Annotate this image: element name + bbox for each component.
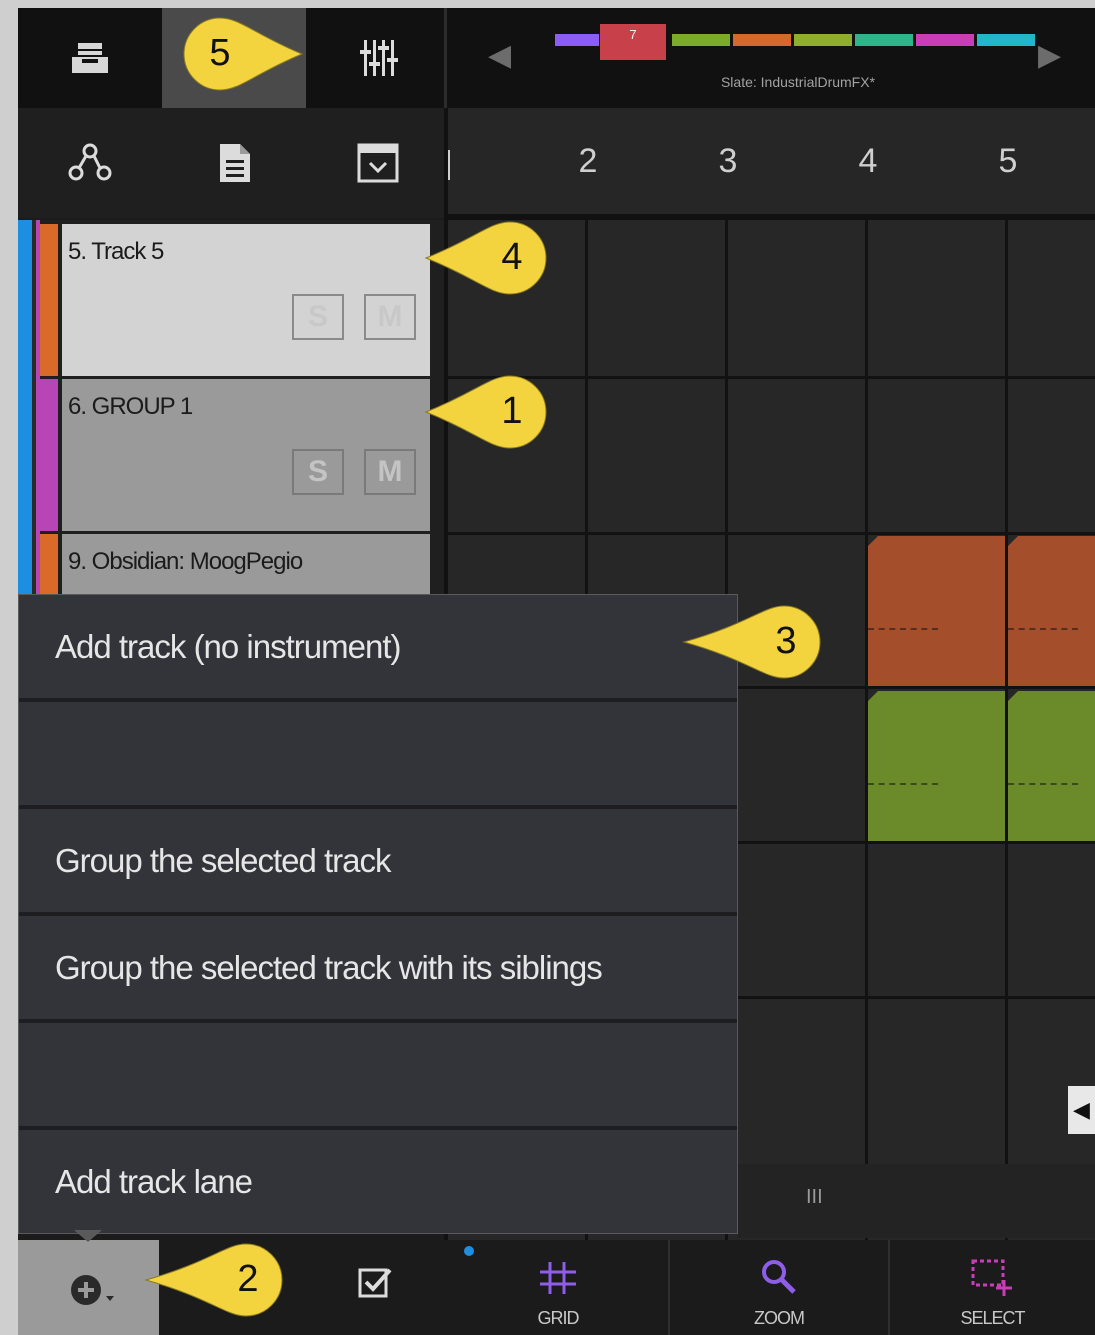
slate-segment[interactable] bbox=[555, 34, 599, 46]
menu-item-group-siblings[interactable]: Group the selected track with its siblin… bbox=[19, 916, 737, 1019]
select-label: SELECT bbox=[960, 1308, 1025, 1328]
menu-item-group-track[interactable]: Group the selected track bbox=[19, 809, 737, 912]
track-color-strip bbox=[40, 224, 58, 376]
add-track-menu: Add track (no instrument) Group the sele… bbox=[18, 594, 738, 1234]
menu-pointer-icon bbox=[74, 1230, 102, 1242]
notes-button[interactable] bbox=[205, 138, 265, 188]
horizontal-scrollbar[interactable]: III bbox=[738, 1164, 1095, 1238]
library-button[interactable] bbox=[18, 8, 162, 108]
slate-segment[interactable] bbox=[977, 34, 1035, 46]
add-track-button[interactable] bbox=[18, 1240, 159, 1335]
callout-5: 5 bbox=[182, 14, 322, 94]
callout-1: 1 bbox=[410, 372, 550, 452]
ruler-mark: 5 bbox=[998, 142, 1018, 180]
solo-button[interactable]: S bbox=[292, 294, 344, 340]
mute-button[interactable]: M bbox=[364, 449, 416, 495]
grid-line bbox=[448, 532, 1095, 535]
slate-label: Slate: IndustrialDrumFX* bbox=[720, 74, 876, 90]
select-button[interactable]: SELECT bbox=[890, 1240, 1095, 1335]
track-header-group1[interactable]: 6. GROUP 1 S M bbox=[62, 379, 430, 531]
plus-circle-icon bbox=[71, 1275, 114, 1305]
clip-shape bbox=[1008, 691, 1095, 841]
clip-shape bbox=[1008, 536, 1095, 686]
current-slate-number[interactable]: 7 bbox=[600, 24, 666, 60]
slate-segment[interactable] bbox=[916, 34, 974, 46]
automation-button[interactable] bbox=[60, 138, 120, 188]
ruler-mark: 4 bbox=[858, 142, 878, 180]
slate-segment[interactable] bbox=[733, 34, 791, 46]
scroll-handle[interactable]: III bbox=[806, 1186, 823, 1209]
menu-item-add-track[interactable]: Add track (no instrument) bbox=[19, 595, 737, 698]
slate-segment[interactable] bbox=[672, 34, 730, 46]
clip-orange[interactable] bbox=[1008, 536, 1095, 686]
mixer-button[interactable] bbox=[306, 8, 450, 108]
clip-shape bbox=[868, 536, 1005, 686]
grid-label: GRID bbox=[537, 1308, 580, 1328]
ruler-mark: 3 bbox=[718, 142, 738, 180]
grid-icon bbox=[540, 1262, 576, 1294]
ruler-mark: 2 bbox=[578, 142, 598, 180]
callout-4: 4 bbox=[410, 218, 550, 298]
magnifier-icon bbox=[762, 1260, 796, 1294]
clip-pattern bbox=[1008, 783, 1078, 785]
slate-segment[interactable] bbox=[794, 34, 852, 46]
collapse-arrow-icon[interactable]: ◀ bbox=[1068, 1086, 1095, 1134]
app-window: ◀ ▶ 7 Slate: IndustrialDrumFX* 2 3 4 5 ◀… bbox=[18, 8, 1095, 1335]
callout-number: 5 bbox=[209, 32, 231, 74]
slate-next-arrow-icon[interactable]: ▶ bbox=[1038, 38, 1061, 73]
solo-button[interactable]: S bbox=[292, 449, 344, 495]
checkbox-icon bbox=[358, 1268, 392, 1298]
track-color-strip bbox=[40, 379, 58, 531]
clip-pattern bbox=[868, 628, 938, 630]
clip-orange[interactable] bbox=[868, 536, 1005, 686]
callout-number: 1 bbox=[501, 390, 523, 432]
grid-button[interactable]: GRID bbox=[448, 1240, 668, 1335]
selection-box-icon bbox=[971, 1259, 1012, 1296]
callout-number: 4 bbox=[501, 236, 523, 278]
ruler-mark-1 bbox=[448, 150, 450, 180]
document-icon bbox=[220, 144, 250, 182]
zoom-button[interactable]: ZOOM bbox=[670, 1240, 888, 1335]
mute-button[interactable]: M bbox=[364, 294, 416, 340]
menu-item-empty[interactable] bbox=[19, 702, 737, 805]
menu-item-add-lane[interactable]: Add track lane bbox=[19, 1130, 737, 1233]
clip-shape bbox=[868, 691, 1005, 841]
clip-pattern bbox=[868, 783, 938, 785]
track-name: 5. Track 5 bbox=[68, 238, 164, 265]
group-color-strip bbox=[18, 220, 32, 600]
track-name: 6. GROUP 1 bbox=[68, 393, 193, 420]
inbox-tray-icon bbox=[72, 43, 108, 73]
track-name: 9. Obsidian: MoogPegio bbox=[68, 548, 303, 575]
callout-number: 3 bbox=[775, 620, 797, 662]
toolbar-divider bbox=[444, 8, 447, 108]
zoom-label: ZOOM bbox=[754, 1308, 805, 1328]
clip-pattern bbox=[1008, 628, 1078, 630]
dropdown-box-icon bbox=[357, 143, 399, 183]
callout-3: 3 bbox=[678, 602, 828, 682]
inspector-button[interactable] bbox=[348, 138, 408, 188]
node-graph-icon bbox=[68, 143, 112, 181]
slate-prev-arrow-icon[interactable]: ◀ bbox=[488, 38, 511, 73]
clip-green[interactable] bbox=[1008, 691, 1095, 841]
mixer-sliders-icon bbox=[360, 40, 398, 76]
callout-2: 2 bbox=[140, 1240, 290, 1320]
checklist-button[interactable] bbox=[358, 1266, 392, 1305]
slate-segment[interactable] bbox=[855, 34, 913, 46]
clip-green[interactable] bbox=[868, 691, 1005, 841]
track-header-track5[interactable]: 5. Track 5 S M bbox=[62, 224, 430, 376]
menu-item-empty[interactable] bbox=[19, 1023, 737, 1126]
callout-number: 2 bbox=[237, 1258, 259, 1300]
